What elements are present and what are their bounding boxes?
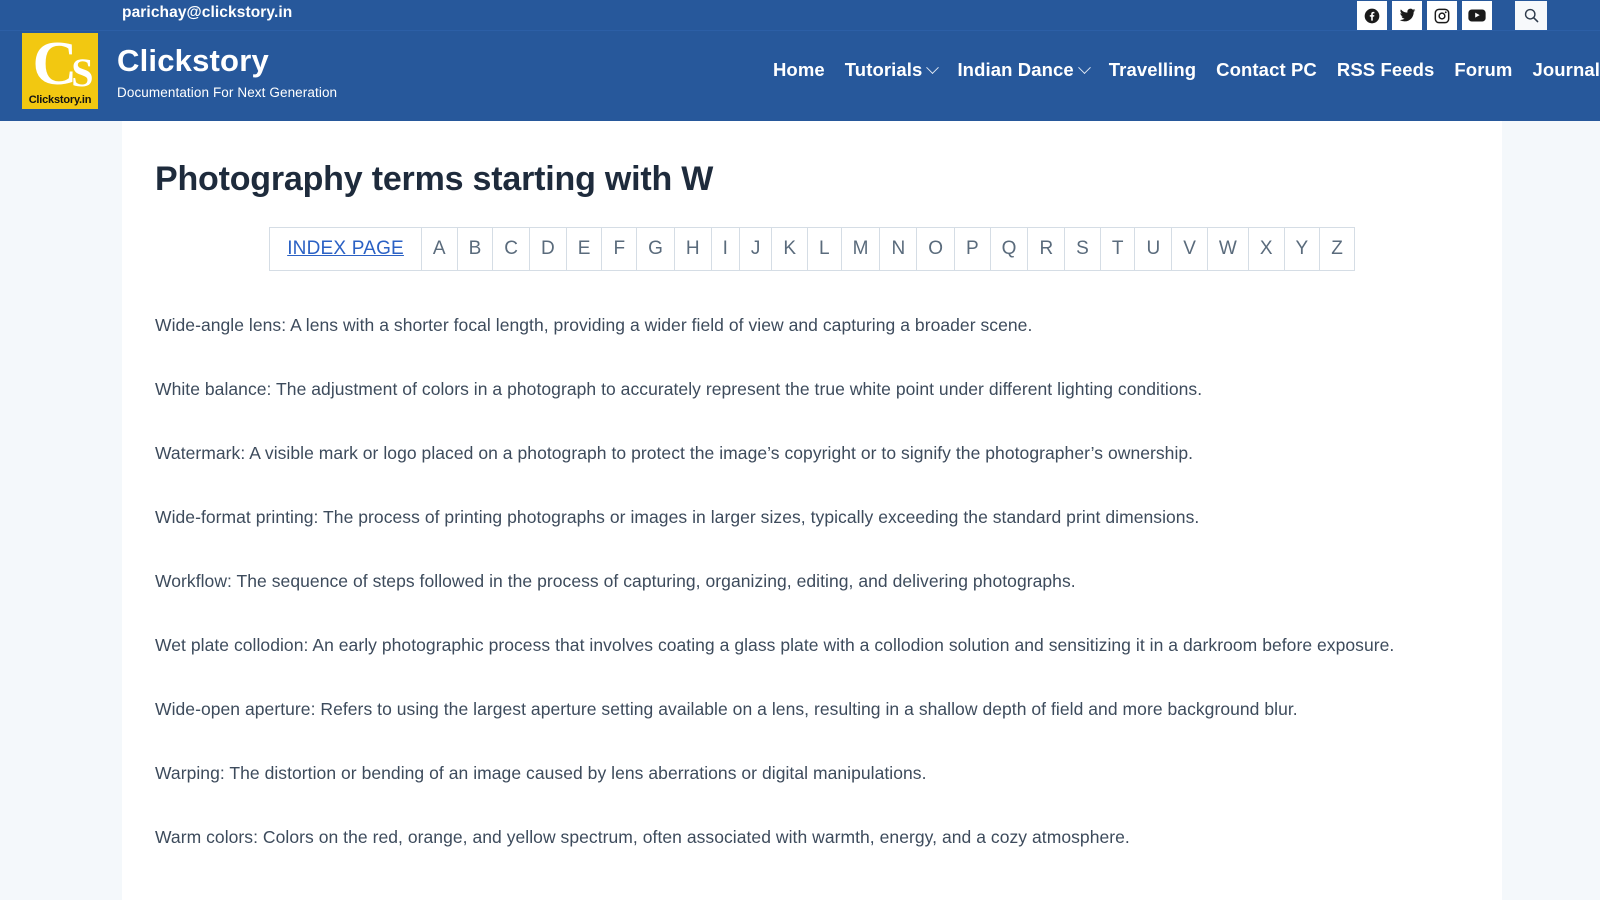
- alpha-cell-v[interactable]: V: [1171, 227, 1208, 271]
- alpha-cell-f[interactable]: F: [601, 227, 638, 271]
- page-root: parichay@clickstory.in CS Clickstory.in …: [0, 0, 1600, 900]
- alpha-cell-i[interactable]: I: [710, 227, 740, 271]
- alpha-cell-q[interactable]: Q: [989, 227, 1029, 271]
- alpha-cell-d[interactable]: D: [529, 227, 567, 271]
- top-utility-bar: parichay@clickstory.in: [0, 0, 1600, 31]
- chevron-down-icon: [926, 60, 940, 74]
- alpha-cell-x[interactable]: X: [1247, 227, 1285, 271]
- brand-text: Clickstory Documentation For Next Genera…: [117, 40, 337, 103]
- alpha-cell-w[interactable]: W: [1206, 227, 1249, 271]
- logo-letter-s: S: [71, 50, 93, 95]
- site-header: CS Clickstory.in Clickstory Documentatio…: [0, 31, 1600, 121]
- page-title: Photography terms starting with W: [155, 160, 714, 198]
- glossary-term: Workflow: The sequence of steps followed…: [155, 571, 1076, 591]
- alpha-cell-l[interactable]: L: [807, 227, 842, 271]
- brand-block[interactable]: CS Clickstory.in Clickstory Documentatio…: [22, 33, 337, 109]
- alphabet-index: INDEX PAGE A B C D E F G H I J K L M N O…: [269, 227, 1355, 271]
- nav-label: Journal: [1532, 59, 1600, 80]
- nav-label: Home: [772, 59, 825, 80]
- alpha-cell-m[interactable]: M: [840, 227, 881, 271]
- nav-item-rss-feeds[interactable]: RSS Feeds: [1327, 59, 1445, 81]
- alpha-cell-j[interactable]: J: [738, 227, 773, 271]
- article-content: Photography terms starting with W INDEX …: [122, 121, 1502, 852]
- alpha-cell-p[interactable]: P: [953, 227, 991, 271]
- nav-label: Contact PC: [1216, 59, 1317, 80]
- social-links: [1357, 1, 1492, 30]
- contact-email[interactable]: parichay@clickstory.in: [122, 4, 292, 22]
- nav-item-indian-dance[interactable]: Indian Dance: [947, 59, 1098, 81]
- alpha-cell-h[interactable]: H: [673, 227, 712, 271]
- glossary-term: Wet plate collodion: An early photograph…: [155, 635, 1395, 655]
- site-tagline: Documentation For Next Generation: [117, 84, 338, 100]
- alpha-cell-s[interactable]: S: [1064, 227, 1101, 271]
- nav-item-contact-pc[interactable]: Contact PC: [1206, 59, 1327, 81]
- alphabet-index-row: INDEX PAGE A B C D E F G H I J K L M N O…: [269, 227, 1355, 271]
- glossary-term: Wide-open aperture: Refers to using the …: [155, 699, 1298, 719]
- alpha-cell-z[interactable]: Z: [1319, 227, 1355, 271]
- nav-label: RSS Feeds: [1336, 59, 1435, 80]
- alphabet-index-wrapper: INDEX PAGE A B C D E F G H I J K L M N O…: [155, 227, 1469, 271]
- nav-label: Forum: [1454, 59, 1513, 80]
- glossary-term: Watermark: A visible mark or logo placed…: [155, 443, 1194, 463]
- glossary-terms: Wide-angle lens: A lens with a shorter f…: [155, 311, 1469, 852]
- nav-item-journal[interactable]: Journal: [1522, 59, 1600, 81]
- logo-wordmark: Clickstory.in: [28, 94, 92, 106]
- nav-item-tutorials[interactable]: Tutorials: [835, 59, 948, 81]
- site-title: Clickstory: [117, 42, 269, 78]
- logo-letter-c: C: [32, 33, 77, 98]
- alpha-cell-e[interactable]: E: [565, 227, 603, 271]
- glossary-term: Warm colors: Colors on the red, orange, …: [155, 827, 1130, 847]
- alpha-cell-c[interactable]: C: [492, 227, 531, 271]
- index-page-link[interactable]: INDEX PAGE: [287, 238, 404, 259]
- chevron-down-icon: [1077, 60, 1091, 74]
- alpha-cell-b[interactable]: B: [456, 227, 494, 271]
- content-sheet: Photography terms starting with W INDEX …: [122, 121, 1502, 900]
- glossary-term: Warping: The distortion or bending of an…: [155, 763, 927, 783]
- nav-label: Tutorials: [844, 59, 923, 80]
- twitter-icon[interactable]: [1392, 1, 1422, 30]
- alpha-cell-t[interactable]: T: [1099, 227, 1136, 271]
- youtube-icon[interactable]: [1462, 1, 1492, 30]
- alpha-cell-y[interactable]: Y: [1283, 227, 1321, 271]
- glossary-term: Wide-format printing: The process of pri…: [155, 507, 1200, 527]
- alpha-cell-k[interactable]: K: [771, 227, 809, 271]
- nav-item-home[interactable]: Home: [763, 59, 835, 81]
- alpha-cell-g[interactable]: G: [636, 227, 675, 271]
- main-navigation: Home Tutorials Indian Dance Travelling C…: [763, 59, 1600, 81]
- facebook-icon[interactable]: [1357, 1, 1387, 30]
- alpha-cell-n[interactable]: N: [879, 227, 918, 271]
- alpha-cell-u[interactable]: U: [1134, 227, 1173, 271]
- clickstory-logo[interactable]: CS Clickstory.in: [22, 33, 98, 109]
- nav-label: Indian Dance: [957, 59, 1074, 80]
- index-page-cell[interactable]: INDEX PAGE: [269, 227, 422, 271]
- search-icon[interactable]: [1515, 1, 1547, 30]
- instagram-icon[interactable]: [1427, 1, 1457, 30]
- alpha-cell-r[interactable]: R: [1027, 227, 1066, 271]
- alpha-cell-o[interactable]: O: [916, 227, 955, 271]
- glossary-term: White balance: The adjustment of colors …: [155, 379, 1203, 399]
- glossary-term: Wide-angle lens: A lens with a shorter f…: [155, 315, 1033, 335]
- nav-label: Travelling: [1108, 59, 1197, 80]
- nav-item-travelling[interactable]: Travelling: [1099, 59, 1206, 81]
- alpha-cell-a[interactable]: A: [420, 227, 458, 271]
- nav-item-forum[interactable]: Forum: [1444, 59, 1522, 81]
